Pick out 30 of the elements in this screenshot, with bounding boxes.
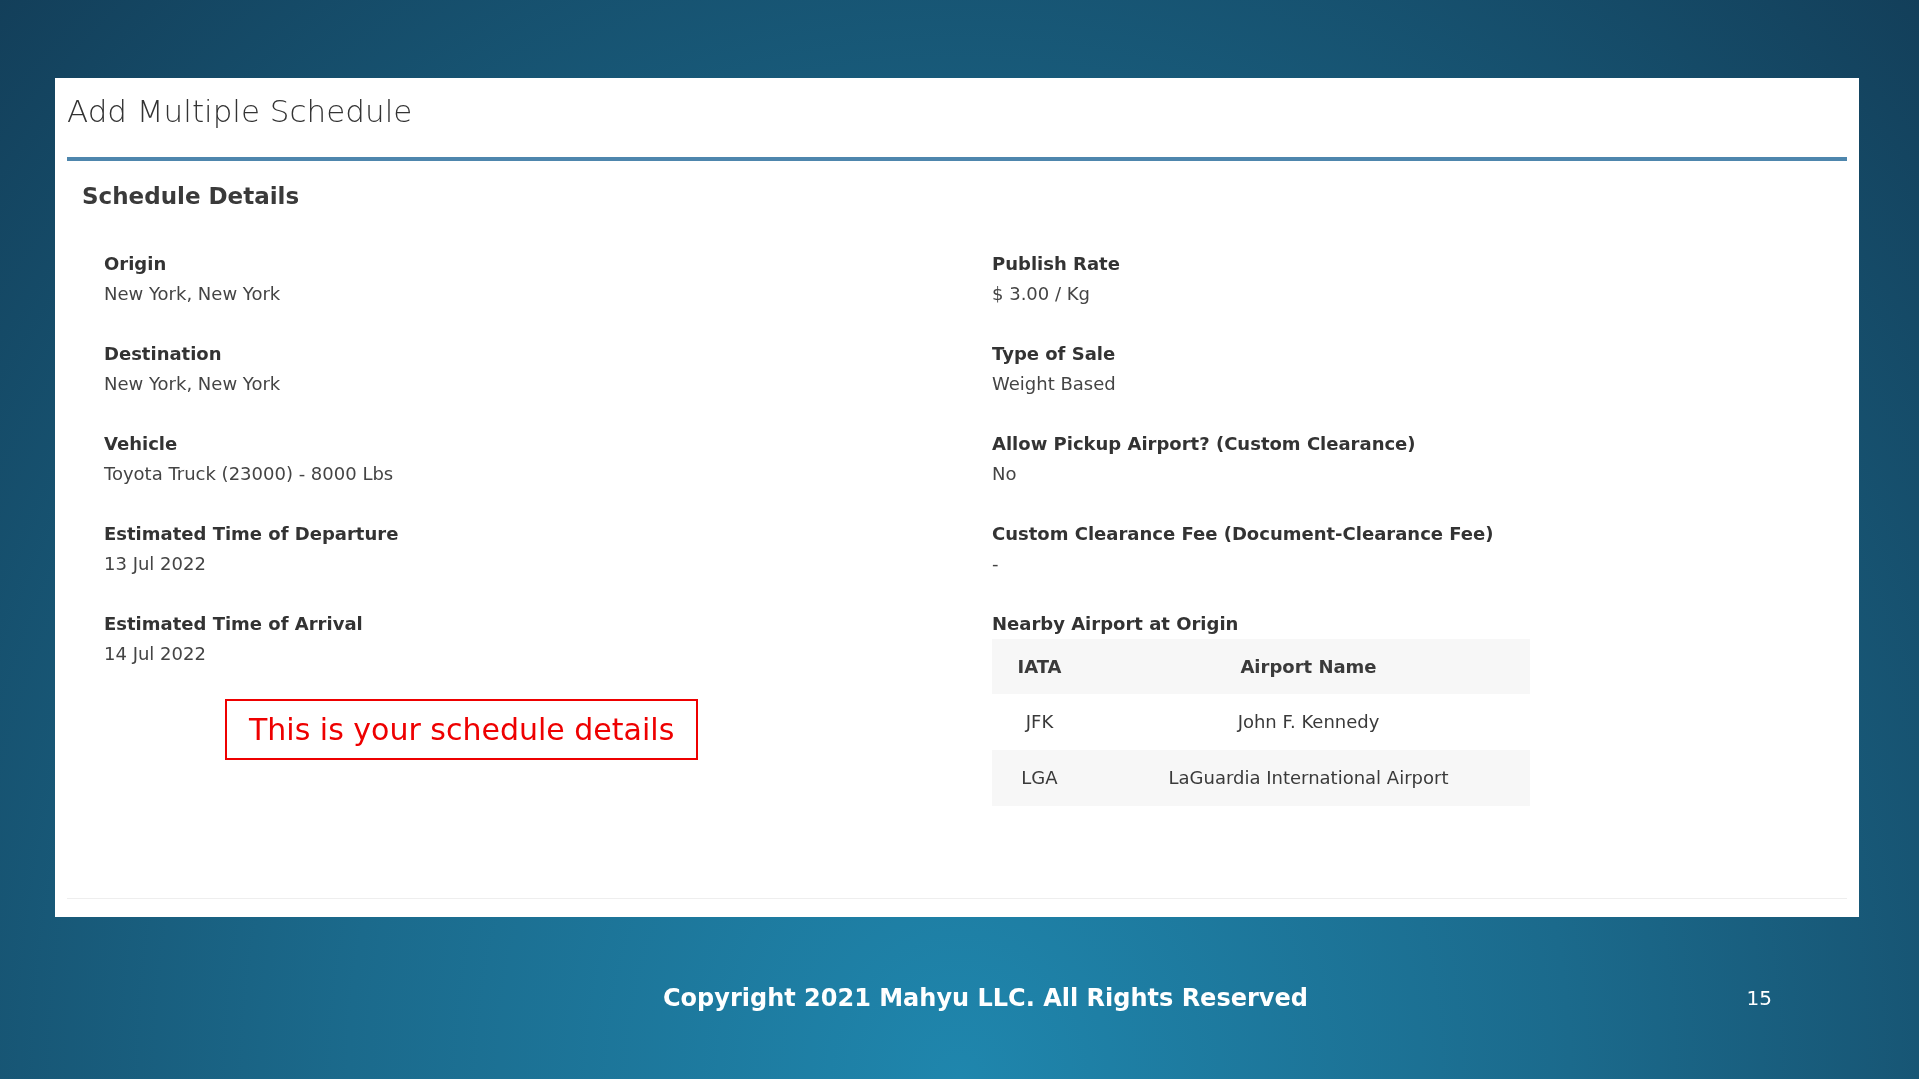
page-title: Add Multiple Schedule [67,92,414,131]
field-label: Publish Rate [992,251,1121,276]
field-label: Origin [104,251,168,276]
table-cell: JFK [992,693,1087,750]
table-cell: LaGuardia International Airport [1087,749,1530,806]
field-label: Destination [104,341,223,366]
field-label: Estimated Time of Arrival [104,611,364,636]
field-value: $ 3.00 / Kg [992,281,1091,306]
field-label: Allow Pickup Airport? (Custom Clearance) [992,431,1417,456]
field-value: 14 Jul 2022 [104,641,207,666]
field-label: Type of Sale [992,341,1117,366]
callout-label: This is your schedule details [225,698,699,760]
field-value: 13 Jul 2022 [104,551,207,576]
field-value: Toyota Truck (23000) - 8000 Lbs [104,461,395,486]
column-header: IATA [992,638,1087,694]
page-number: 15 [1746,985,1772,1012]
table-cell: LGA [992,749,1087,806]
field-value: New York, New York [104,281,282,306]
field-value: No [992,461,1018,486]
section-title: Schedule Details [82,183,301,211]
field-value: Weight Based [992,371,1117,396]
copyright-text: Copyright 2021 Mahyu LLC. All Rights Reserved [663,983,1308,1014]
table-cell: John F. Kennedy [1087,693,1530,750]
field-value: - [992,551,1000,576]
field-value: New York, New York [104,371,282,396]
field-label: Custom Clearance Fee (Document-Clearance Fee) [992,521,1495,546]
column-header: Airport Name [1087,638,1530,694]
field-label: Nearby Airport at Origin [992,611,1240,636]
field-label: Estimated Time of Departure [104,521,400,546]
field-label: Vehicle [104,431,179,456]
